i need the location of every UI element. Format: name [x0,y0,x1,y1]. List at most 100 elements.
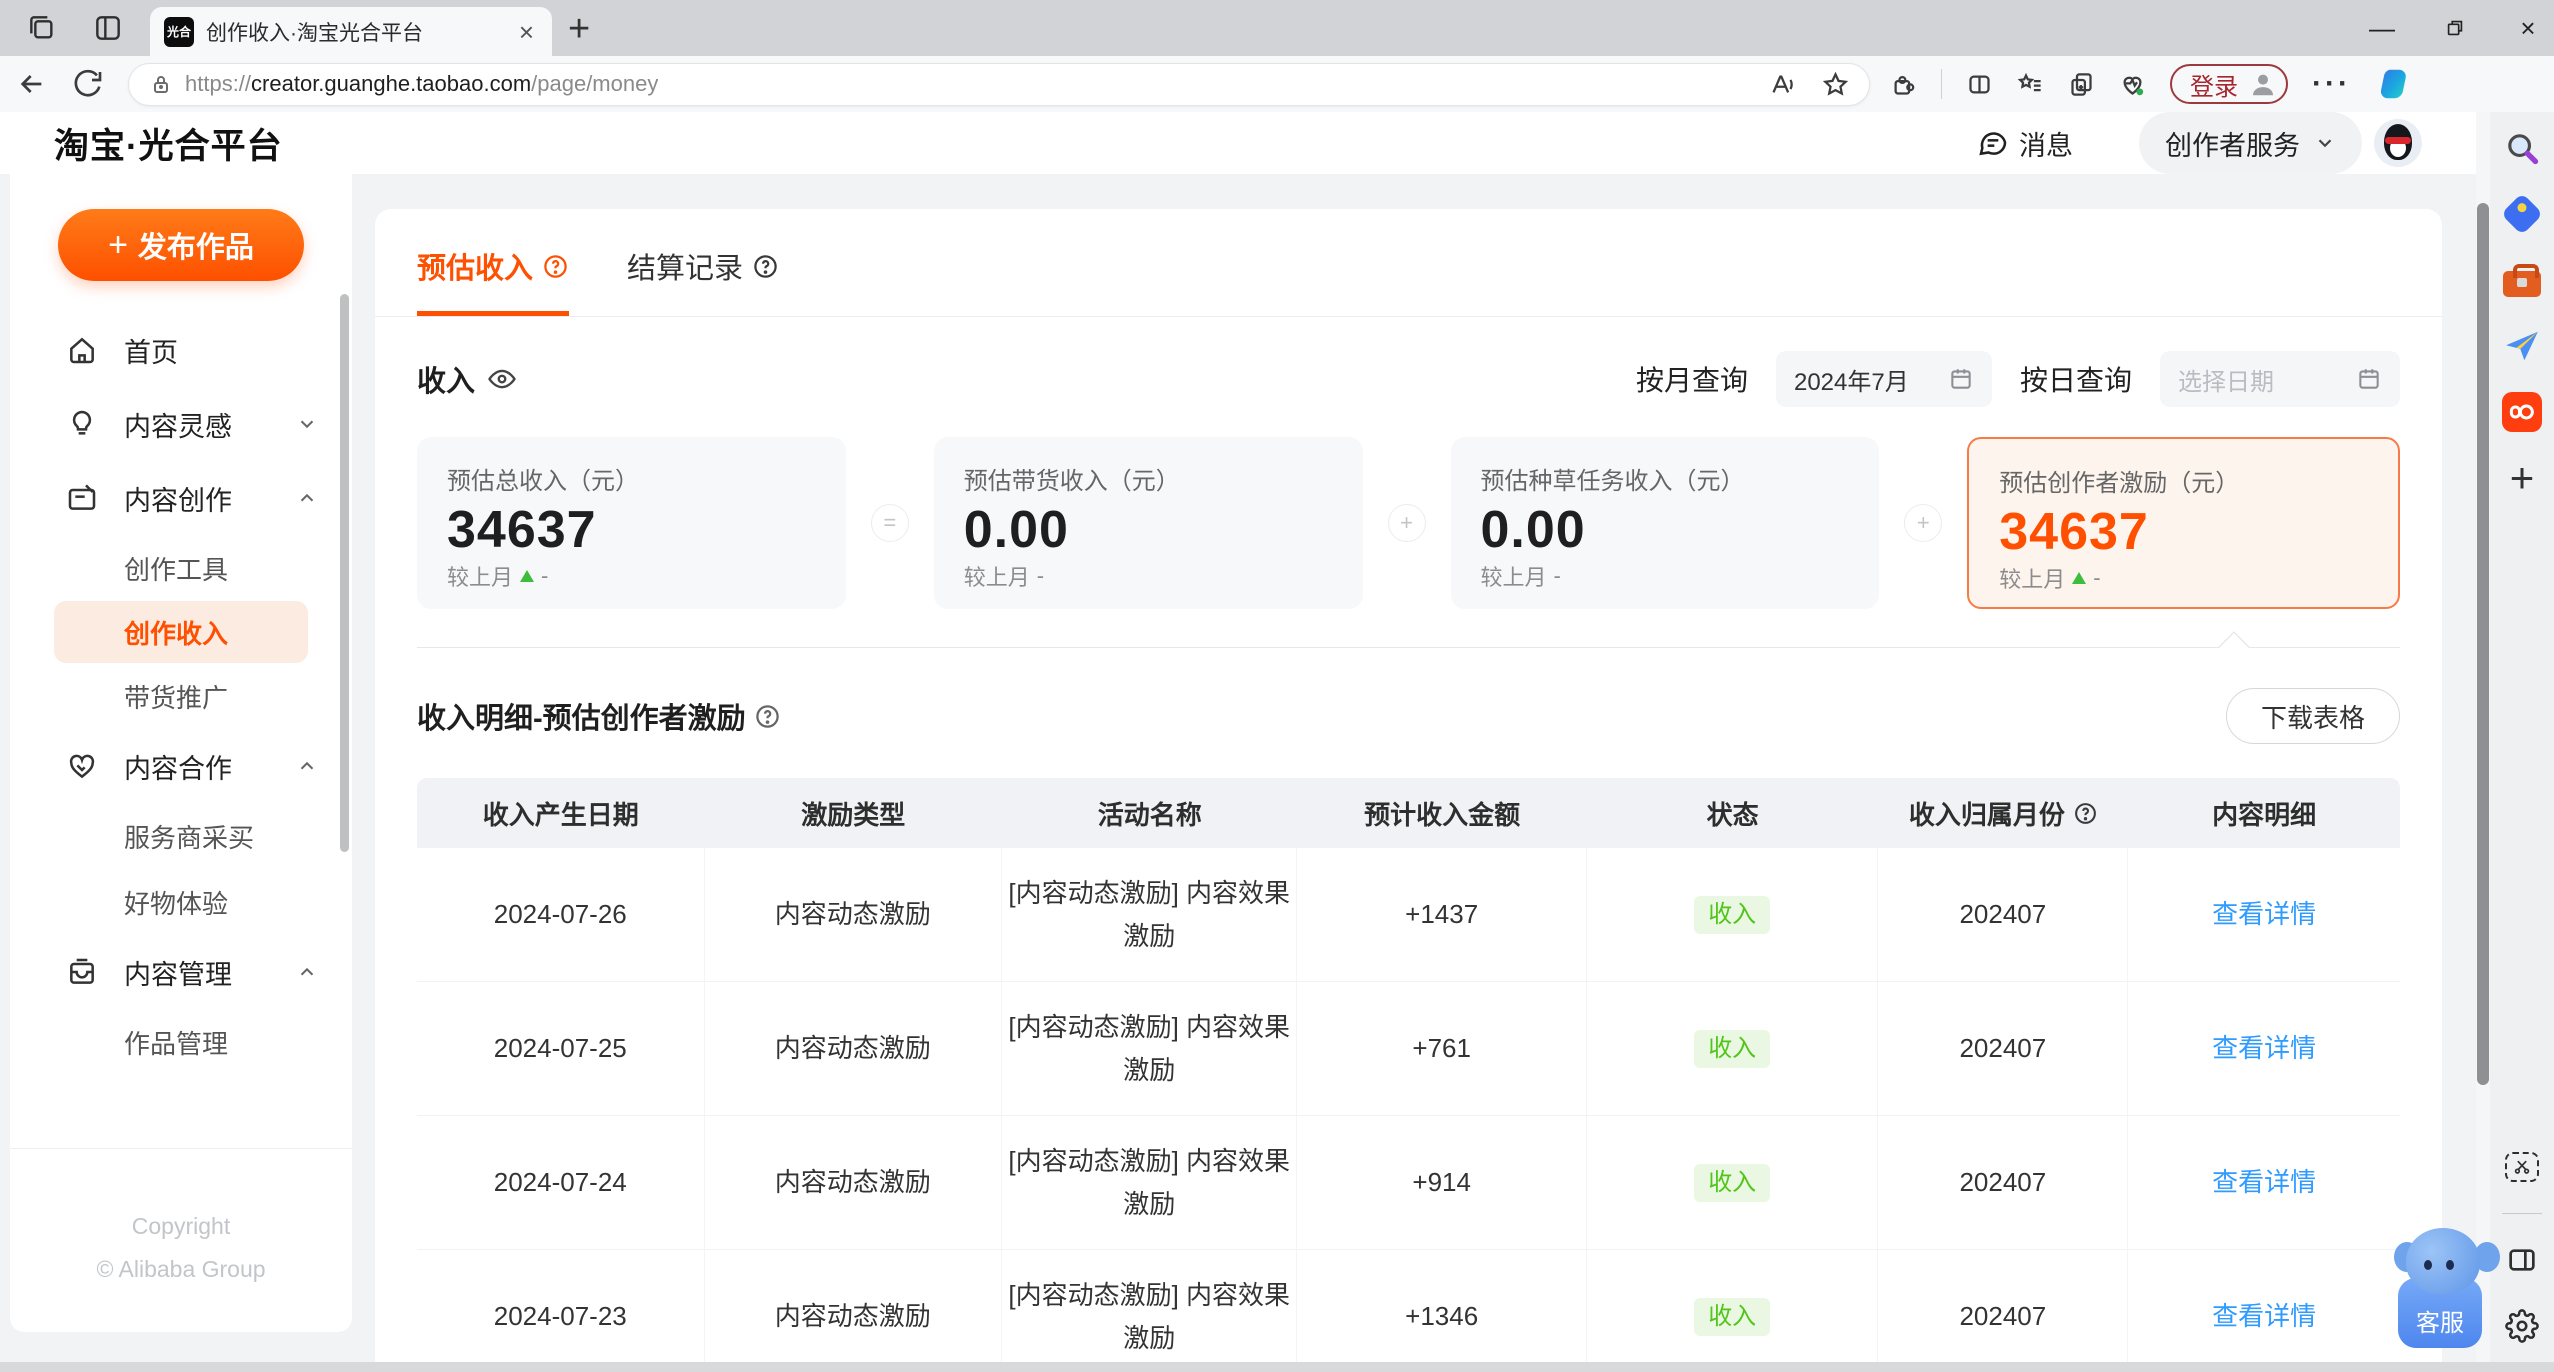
new-tab-button[interactable]: + [568,10,590,48]
cell-month: 202407 [1878,1250,2129,1372]
page-scrollbar-thumb[interactable] [2477,203,2489,1085]
sidebar-item-promotion[interactable]: 带货推广 [10,663,352,729]
cell-activity: [内容动态激励] 内容效果激励 [1002,982,1298,1115]
browser-login-button[interactable]: 登录 [2170,64,2288,104]
refresh-icon[interactable] [72,68,104,100]
sidebar-item-inspiration[interactable]: 内容灵感 [10,387,352,461]
card-label: 预估创作者激励（元） [1999,470,2240,497]
sidebar-scrollbar[interactable] [340,294,349,852]
messages-button[interactable]: 消息 [1977,124,2073,163]
favorites-bar-icon[interactable] [2017,71,2044,98]
back-icon[interactable] [16,68,48,100]
card-seeding-task-income[interactable]: 预估种草任务收入（元） 0.00 较上月 - [1450,437,1880,609]
help-icon[interactable] [542,253,569,280]
sidebar-item-works-management[interactable]: 作品管理 [10,1009,352,1075]
mascot-eye [2446,1260,2454,1270]
site-logo[interactable]: 淘宝·光合平台 [54,118,283,169]
sidebar-item-home[interactable]: 首页 [10,313,352,387]
sidebar-item-creation[interactable]: 内容创作 [10,461,352,535]
view-details-link[interactable]: 查看详情 [2212,1295,2316,1338]
col-type: 激励类型 [801,799,906,830]
window-close-button[interactable]: × [2516,13,2540,43]
sidebar-tools-icon[interactable] [2502,260,2542,300]
cell-amount: +1437 [1297,848,1587,981]
sidebar-item-service-purchase[interactable]: 服务商采买 [10,803,352,869]
card-label: 预估总收入（元） [447,468,639,495]
help-icon[interactable] [754,703,781,730]
screen: 光合 创作收入·淘宝光合平台 × + — × https://creator.g… [0,0,2554,1372]
tab-settlement-records[interactable]: 结算记录 [627,245,779,316]
window-minimize-button[interactable]: — [2369,13,2395,43]
sidebar-item-creation-tools[interactable]: 创作工具 [10,535,352,601]
browser-titlebar: 光合 创作收入·淘宝光合平台 × + — × [0,0,2554,56]
user-avatar[interactable] [2374,119,2422,167]
sidebar-item-label: 创作收入 [124,618,229,649]
sidebar-toggle-icon[interactable] [2502,1240,2542,1280]
sidebar-send-icon[interactable] [2502,326,2542,366]
sidebar-item-cooperation[interactable]: 内容合作 [10,729,352,803]
tab-actions-icon[interactable] [92,12,124,44]
customer-service-widget[interactable]: 客服 [2394,1228,2500,1354]
col-activity: 活动名称 [1097,799,1202,830]
inbox-icon [70,958,94,984]
sidebar-item-product-trial[interactable]: 好物体验 [10,869,352,935]
window-maximize-button[interactable] [2444,17,2466,39]
browser-tab[interactable]: 光合 创作收入·淘宝光合平台 × [150,7,552,56]
workspaces-icon[interactable] [26,12,58,44]
split-screen-icon[interactable] [1966,71,1993,98]
settings-gear-icon[interactable] [2502,1306,2542,1346]
creator-services-dropdown[interactable]: 创作者服务 [2139,112,2362,174]
sidebar-item-label: 服务商采买 [124,822,255,853]
tab-estimated-income[interactable]: 预估收入 [417,245,570,316]
tab-close-icon[interactable]: × [515,19,538,45]
site-header: 淘宝·光合平台 消息 创作者服务 [0,112,2476,174]
cell-detail: 查看详情 [2128,848,2400,981]
month-picker-input[interactable]: 2024年7月 [1775,351,1992,407]
compare-label: 较上月 [447,565,514,590]
card-creator-incentive[interactable]: 预估创作者激励（元） 34637 较上月 - [1967,437,2400,609]
sidebar-item-content-management[interactable]: 内容管理 [10,935,352,1009]
address-bar[interactable]: https://creator.guanghe.taobao.com/page/… [128,62,1870,106]
table-row: 2024-07-24 内容动态激励 [内容动态激励] 内容效果激励 +914 收… [417,1116,2400,1250]
read-aloud-icon[interactable] [1769,71,1796,98]
card-sales-income[interactable]: 预估带货收入（元） 0.00 较上月 - [933,437,1363,609]
trend-up-icon [520,570,535,582]
sidebar-shopping-icon[interactable] [2500,192,2544,236]
visibility-eye-icon[interactable] [487,364,517,394]
tab-title: 创作收入·淘宝光合平台 [206,21,423,45]
view-details-link[interactable]: 查看详情 [2212,1161,2316,1204]
cell-type: 内容动态激励 [705,1116,1002,1249]
help-icon[interactable] [752,253,779,280]
browser-essentials-icon[interactable] [2119,71,2146,98]
extensions-icon[interactable] [1890,71,1917,98]
chevron-up-icon [300,493,314,502]
view-details-link[interactable]: 查看详情 [2212,1027,2316,1070]
view-details-link[interactable]: 查看详情 [2212,893,2316,936]
favorite-star-icon[interactable] [1822,71,1849,98]
income-label: 收入 [417,366,476,398]
publish-work-button[interactable]: + 发布作品 [58,209,304,281]
tab-label: 预估收入 [417,253,534,285]
tab-label: 结算记录 [627,253,744,285]
help-icon[interactable] [2073,801,2098,826]
cell-month: 202407 [1878,982,2129,1115]
browser-menu-icon[interactable]: ··· [2312,67,2351,101]
sidebar-add-icon[interactable]: + [2502,457,2542,499]
copyright-line1: Copyright [131,1212,231,1239]
date-picker-input[interactable]: 选择日期 [2160,351,2400,407]
sidebar-search-icon[interactable] [2502,128,2542,168]
card-total-income[interactable]: 预估总收入（元） 34637 较上月 - [417,437,846,609]
cell-status: 收入 [1587,1250,1879,1372]
page-scrollbar-track[interactable] [2476,112,2490,1372]
copilot-icon[interactable] [2375,65,2413,103]
card-label: 预估带货收入（元） [963,468,1180,495]
collections-icon[interactable] [2068,71,2095,98]
sidebar-item-creation-income[interactable]: 创作收入 [54,601,308,663]
card-label: 预估种草任务收入（元） [1480,468,1745,495]
download-table-button[interactable]: 下载表格 [2225,688,2400,744]
screenshot-icon[interactable] [2502,1147,2542,1187]
sidebar-kuaishou-icon[interactable] [2502,392,2542,432]
plus-operator: + [1879,437,1967,609]
col-status: 状态 [1706,799,1759,830]
card-value: 0.00 [1480,501,1586,559]
